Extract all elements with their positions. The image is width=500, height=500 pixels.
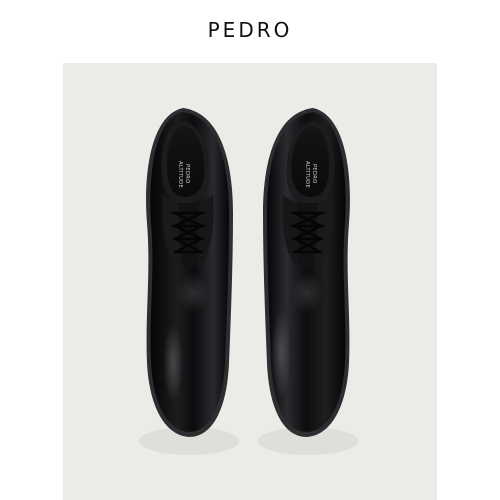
product-page: PEDRO ALTITUDE PEDRO ALTITUDE PEDRO bbox=[0, 0, 500, 500]
left-insole-text-2: PEDRO bbox=[184, 164, 190, 184]
right-shoe: ALTITUDE PEDRO bbox=[263, 108, 350, 437]
brand-logo: PEDRO bbox=[207, 18, 293, 42]
left-shoe: ALTITUDE PEDRO bbox=[146, 108, 233, 437]
right-insole-text-1: ALTITUDE bbox=[304, 161, 310, 188]
product-image: ALTITUDE PEDRO ALTITUDE PEDRO bbox=[63, 63, 437, 500]
right-insole-text-2: PEDRO bbox=[311, 164, 317, 184]
left-insole-text-1: ALTITUDE bbox=[177, 161, 183, 188]
dress-shoes-image: ALTITUDE PEDRO ALTITUDE PEDRO bbox=[139, 108, 358, 455]
